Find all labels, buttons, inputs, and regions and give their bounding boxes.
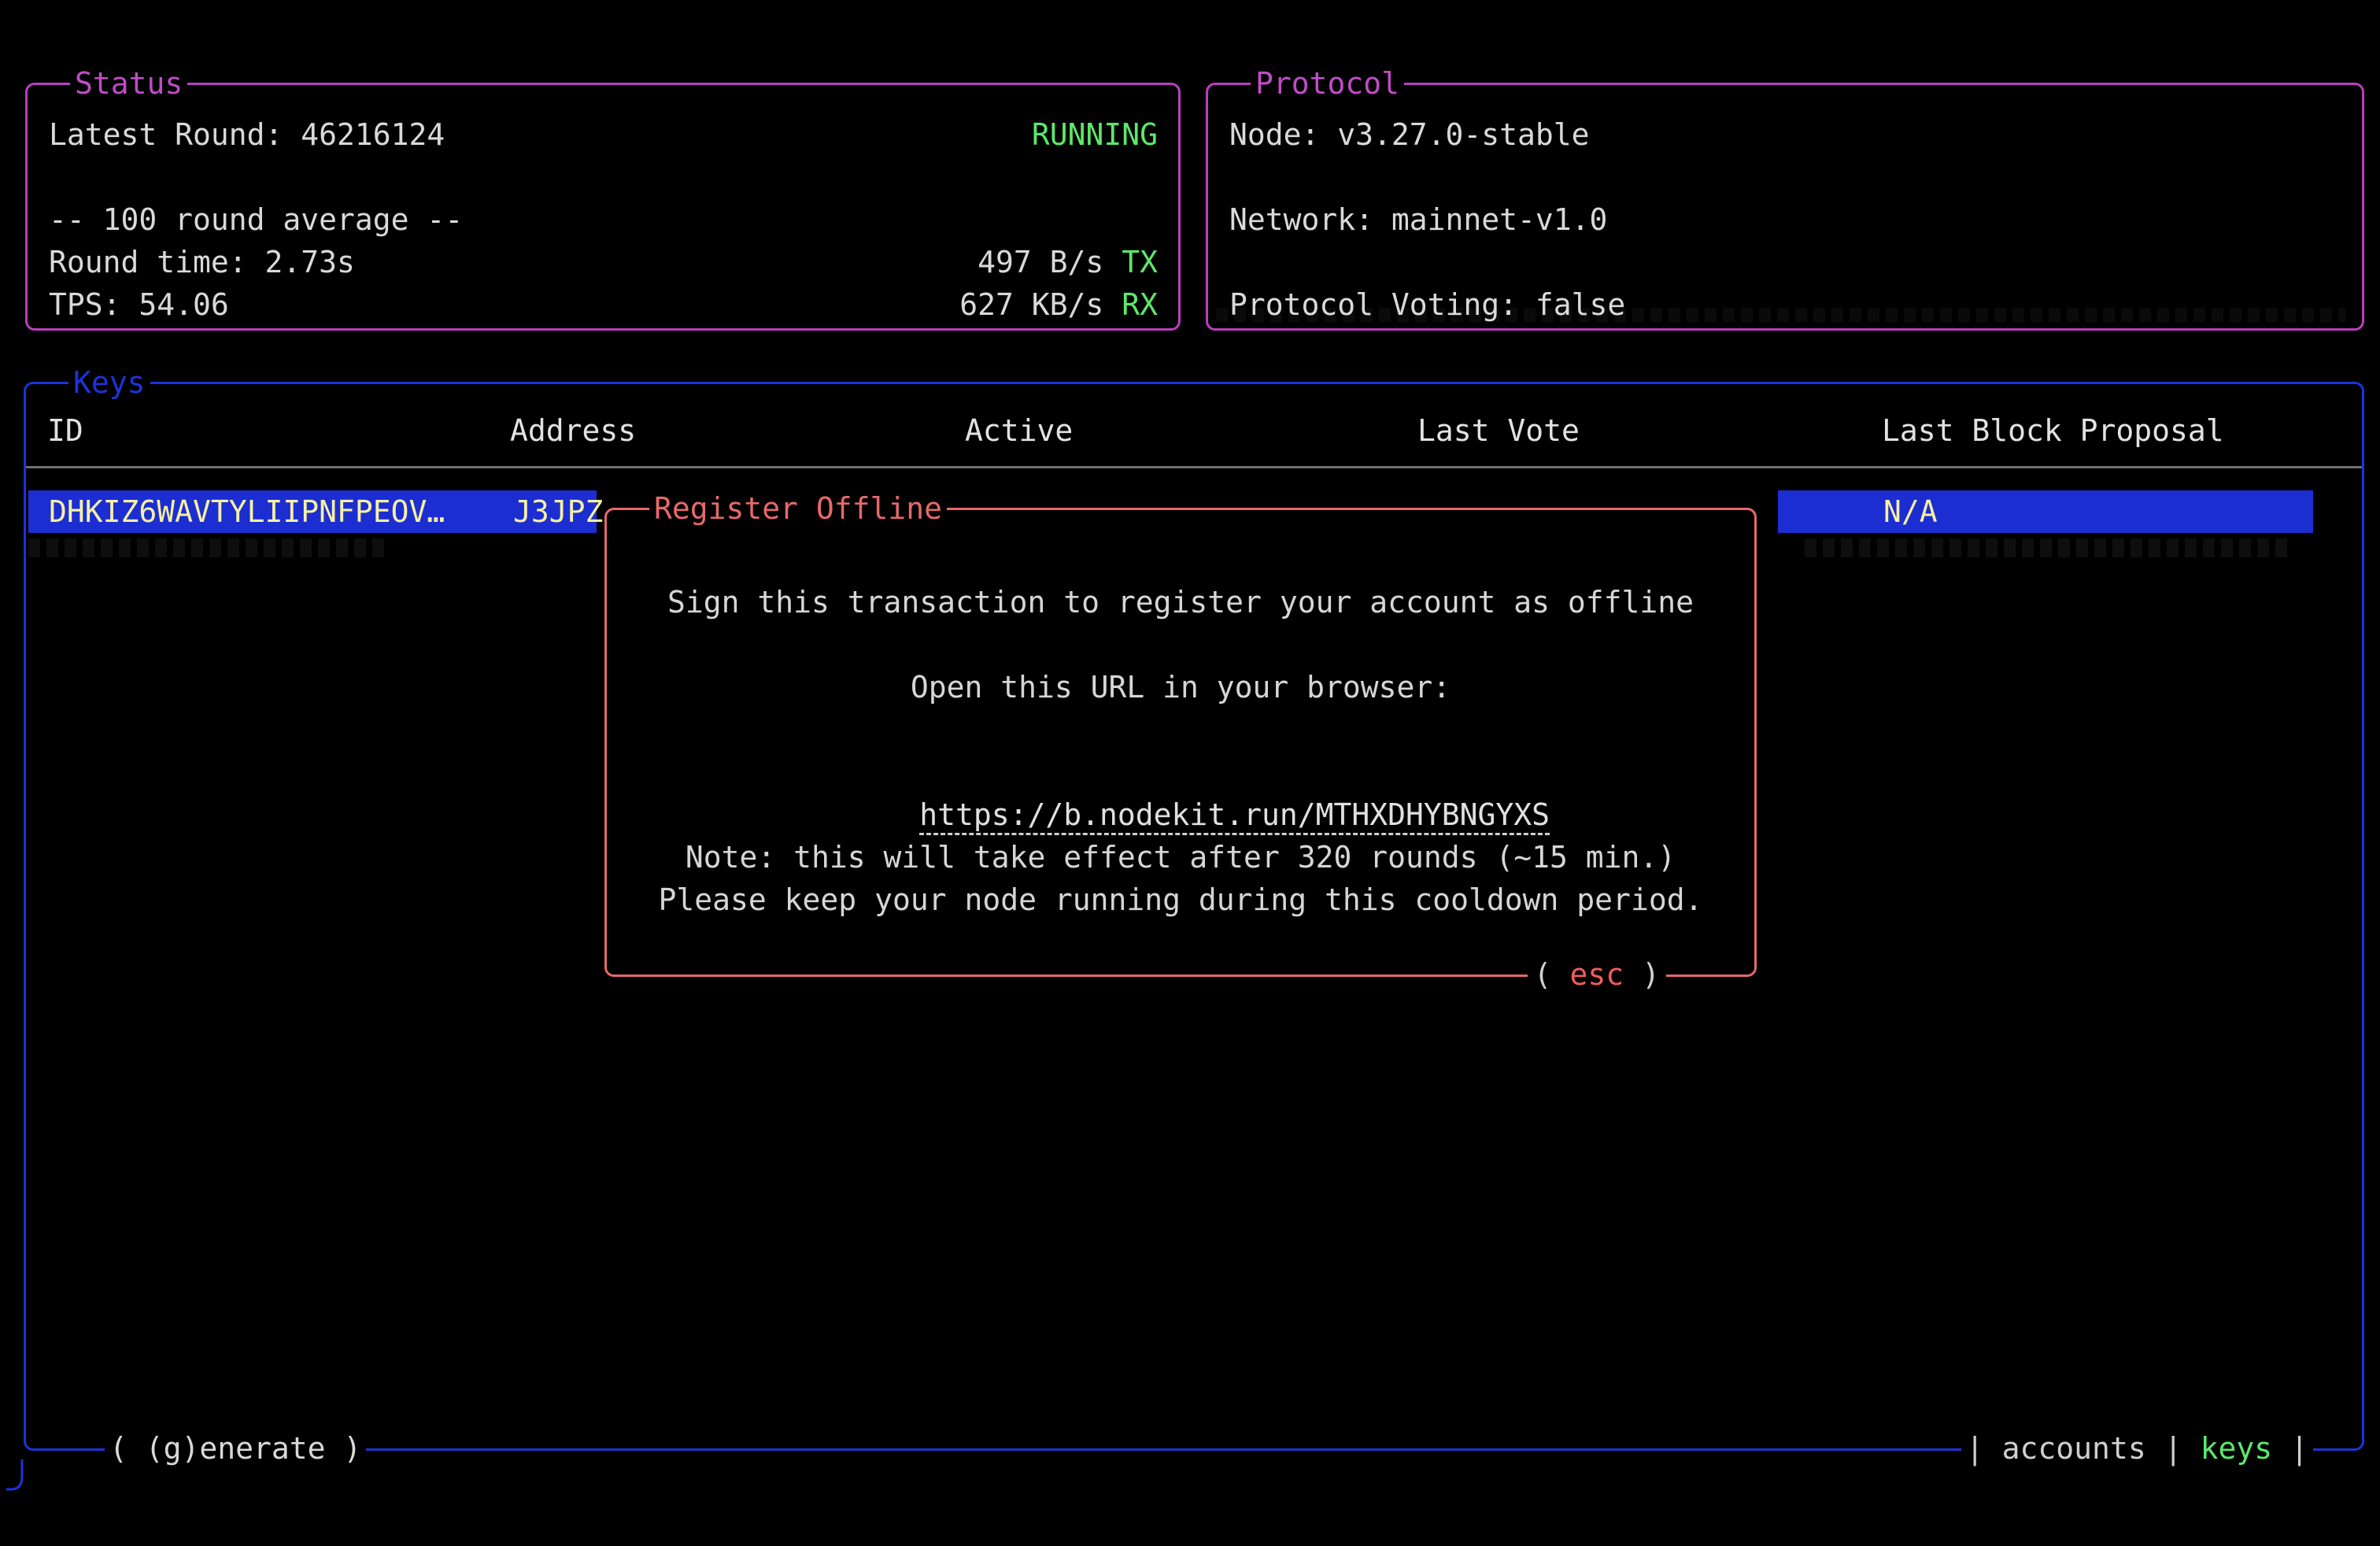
tx-rate-label: TX bbox=[1122, 241, 1158, 283]
tps-text: TPS: 54.06 bbox=[49, 283, 229, 326]
tx-rate-row: 497 B/s TX bbox=[978, 241, 1158, 283]
tx-rate-value: 497 B/s bbox=[978, 241, 1103, 283]
esc-paren-open: ( bbox=[1534, 953, 1552, 996]
tab-keys[interactable]: keys bbox=[2201, 1427, 2273, 1470]
modal-note-line1: Note: this will take effect after 320 ro… bbox=[607, 836, 1754, 878]
round-time-text: Round time: 2.73s bbox=[49, 241, 355, 283]
modal-title: Register Offline bbox=[649, 487, 947, 530]
tab-separator: | bbox=[1966, 1427, 1984, 1470]
esc-paren-close: ) bbox=[1642, 953, 1660, 996]
column-header-address: Address bbox=[510, 409, 636, 452]
status-panel: Status Latest Round: 46216124 RUNNING --… bbox=[25, 83, 1181, 331]
protocol-panel-title: Protocol bbox=[1251, 62, 1404, 105]
node-state-badge: RUNNING bbox=[1032, 113, 1158, 156]
network-text: Network: mainnet-v1.0 bbox=[1229, 198, 1607, 241]
dim-artifact bbox=[1216, 308, 2346, 322]
latest-round-text: Latest Round: 46216124 bbox=[49, 113, 445, 156]
column-header-last-block-proposal: Last Block Proposal bbox=[1882, 409, 2224, 452]
column-header-active: Active bbox=[965, 409, 1073, 452]
status-panel-title: Status bbox=[70, 62, 187, 105]
keys-panel-title: Keys bbox=[68, 361, 150, 404]
dim-artifact bbox=[28, 538, 390, 557]
tab-separator: | bbox=[2164, 1427, 2182, 1470]
rx-rate-value: 627 KB/s bbox=[959, 283, 1103, 326]
row-id-cell: DHKIZ6WAVTYLIIPNFPEOV… bbox=[49, 490, 445, 533]
modal-message: Sign this transaction to register your a… bbox=[607, 581, 1754, 623]
protocol-panel: Protocol Node: v3.27.0-stable Network: m… bbox=[1206, 83, 2364, 331]
signing-url-link[interactable]: https://b.nodekit.run/MTHXDHYBNGYXS bbox=[919, 797, 1550, 832]
tab-accounts[interactable]: accounts bbox=[2002, 1427, 2146, 1470]
register-offline-modal: Register Offline Sign this transaction t… bbox=[604, 508, 1757, 977]
rx-rate-label: RX bbox=[1122, 283, 1158, 326]
dim-artifact bbox=[1805, 538, 2293, 557]
header-separator bbox=[26, 466, 2362, 468]
table-row-selected-right[interactable]: N/A bbox=[1778, 490, 2313, 533]
terminal-screen: Status Latest Round: 46216124 RUNNING --… bbox=[0, 0, 2380, 1546]
row-address-cell: J3JPZ bbox=[513, 490, 603, 533]
round-average-header: -- 100 round average -- bbox=[49, 198, 463, 241]
column-header-id: ID bbox=[47, 409, 83, 452]
node-version-text: Node: v3.27.0-stable bbox=[1229, 113, 1590, 156]
esc-key-label: esc bbox=[1569, 953, 1624, 996]
esc-button[interactable]: ( esc ) bbox=[1528, 953, 1666, 996]
rx-rate-row: 627 KB/s RX bbox=[959, 283, 1158, 326]
generate-button[interactable]: ( (g)enerate ) bbox=[105, 1427, 366, 1470]
column-header-last-vote: Last Vote bbox=[1417, 409, 1580, 452]
border-glyph-artifact bbox=[6, 1459, 41, 1496]
tab-bar: | accounts | keys | bbox=[1961, 1427, 2313, 1470]
tab-separator: | bbox=[2290, 1427, 2308, 1470]
modal-note-line2: Please keep your node running during thi… bbox=[607, 878, 1754, 921]
row-last-block-proposal-cell: N/A bbox=[1883, 490, 1938, 533]
modal-url-instruction: Open this URL in your browser: bbox=[607, 666, 1754, 708]
table-row-selected[interactable]: DHKIZ6WAVTYLIIPNFPEOV… J3JPZ bbox=[28, 490, 597, 533]
